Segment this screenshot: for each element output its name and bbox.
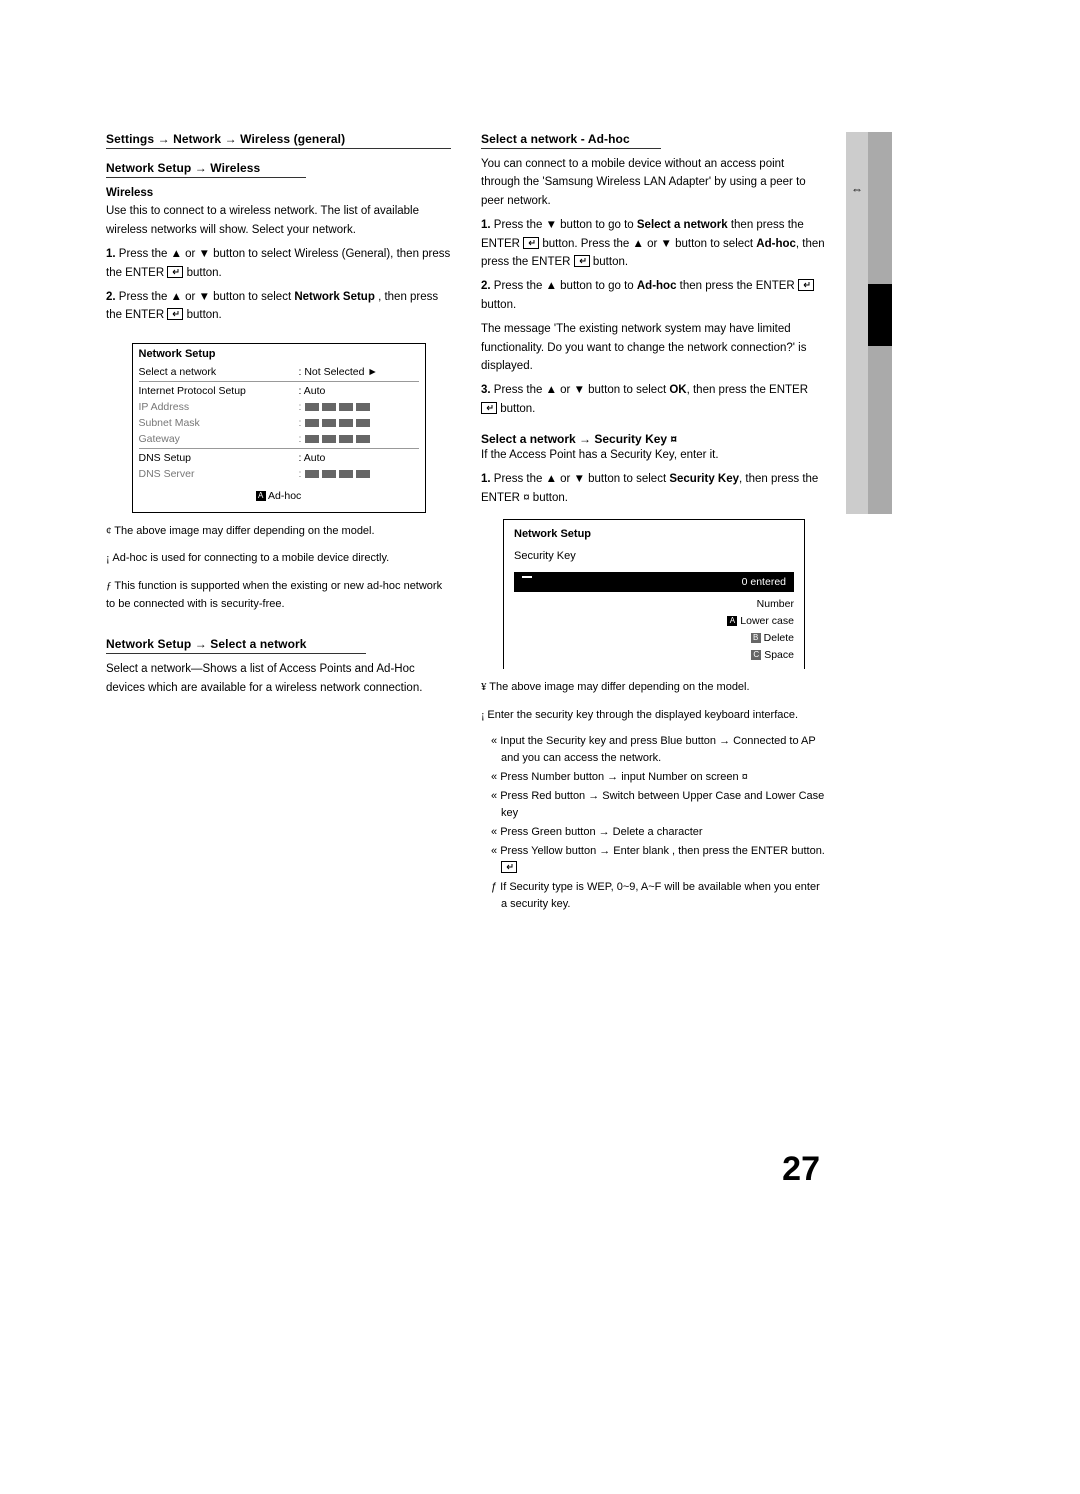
- boxes-icon: [305, 435, 370, 443]
- color-b-icon: B: [751, 633, 761, 643]
- boxes-icon: [305, 403, 370, 411]
- boxes-icon: [305, 470, 370, 478]
- bullet-4: « Press Green button → Delete a characte…: [501, 824, 826, 841]
- enter-icon: [523, 237, 539, 249]
- sidebar: ⇔: [846, 132, 892, 514]
- bullet-6: ƒ If Security type is WEP, 0~9, A~F will…: [501, 879, 826, 913]
- note-security-free: ƒ This function is supported when the ex…: [106, 578, 451, 613]
- adhoc-step-2: 2. Press the ▲ button to go to Ad-hoc th…: [481, 277, 826, 314]
- note-model-differ-2-text: The above image may differ depending on …: [489, 681, 749, 693]
- fig-sep: [139, 448, 419, 449]
- secfig-entered: 0 entered: [742, 576, 786, 588]
- fig-v-dns: : Auto: [299, 452, 419, 464]
- security-bullets: « Input the Security key and press Blue …: [481, 733, 826, 913]
- heading-adhoc: Select a network - Ad-hoc: [481, 132, 661, 149]
- content: Settings → Network → Wireless (general) …: [106, 130, 826, 929]
- step-2-head: Press the ▲ or ▼ button to select: [119, 291, 295, 303]
- fig-k-subnet: Subnet Mask: [139, 417, 299, 429]
- adhoc-intro: You can connect to a mobile device witho…: [481, 155, 826, 210]
- color-a-icon: A: [727, 616, 737, 626]
- fig-k-gateway: Gateway: [139, 433, 299, 445]
- step-2: 2. Press the ▲ or ▼ button to select Net…: [106, 288, 451, 325]
- enter-icon: [574, 255, 590, 267]
- note-model-differ-text: The above image may differ depending on …: [114, 525, 374, 537]
- secfig-input: 0 entered: [514, 572, 794, 592]
- fig-sep: [139, 381, 419, 382]
- enter-icon: [167, 266, 183, 278]
- select-network-intro: Select a network—Shows a list of Access …: [106, 660, 451, 697]
- wireless-intro: Use this to connect to a wireless networ…: [106, 202, 451, 239]
- fig-k-dns: DNS Setup: [139, 452, 299, 464]
- page-number: 27: [782, 1150, 820, 1189]
- figure-footer-text: Ad-hoc: [266, 490, 302, 502]
- hint-space: Space: [764, 649, 794, 661]
- secfig-hints: Number A Lower case B Delete C Space: [504, 592, 804, 669]
- secfig-title: Network Setup: [504, 520, 804, 546]
- bullet-2: « Press Number button → input Number on …: [501, 769, 826, 786]
- right-column: Select a network - Ad-hoc You can connec…: [481, 130, 826, 929]
- note-symbol: ƒ: [106, 580, 112, 592]
- color-a-icon: A: [256, 491, 266, 501]
- step-2-end: button.: [187, 309, 222, 321]
- enter-icon: [481, 402, 497, 414]
- fig-k-select: Select a network: [139, 366, 299, 378]
- adhoc-message: The message 'The existing network system…: [481, 320, 826, 375]
- fig-v-ip: :: [299, 401, 419, 413]
- heading-security-key-text: Select a network → Security Key: [481, 432, 667, 446]
- note-adhoc-text: Ad-hoc is used for connecting to a mobil…: [112, 552, 389, 564]
- boxes-icon: [305, 419, 370, 427]
- network-icon: ⇔: [851, 182, 863, 196]
- bullet-5: « Press Yellow button → Enter blank , th…: [501, 843, 826, 877]
- heading-security-key: Select a network → Security Key ¤: [481, 432, 826, 446]
- bullet-1: « Input the Security key and press Blue …: [501, 733, 826, 767]
- fig-v-gateway: :: [299, 433, 419, 445]
- hint-number: Number: [757, 598, 794, 610]
- fig-v-select: : Not Selected ►: [299, 366, 419, 378]
- note-adhoc: ¡ Ad-hoc is used for connecting to a mob…: [106, 550, 451, 568]
- step-1: 1. Press the ▲ or ▼ button to select Wir…: [106, 245, 451, 282]
- fig-v-dns-server: :: [299, 468, 419, 480]
- secfig-inner: Security Key: [514, 550, 794, 562]
- enter-icon: [501, 861, 517, 873]
- adhoc-step-3: 3. Press the ▲ or ▼ button to select OK,…: [481, 381, 826, 418]
- hint-delete: Delete: [764, 632, 794, 644]
- fig-k-ip-setup: Internet Protocol Setup: [139, 385, 299, 397]
- color-c-icon: C: [751, 650, 761, 660]
- search-icon: ¤: [742, 771, 748, 783]
- fig-k-dns-server: DNS Server: [139, 468, 299, 480]
- fig-k-ip: IP Address: [139, 401, 299, 413]
- step-1-text: Press the ▲ or ▼ button to select Wirele…: [106, 248, 450, 278]
- cursor-icon: [522, 576, 532, 578]
- step-2-mid: Network Setup: [294, 291, 375, 303]
- enter-icon: [798, 279, 814, 291]
- step-1-tail: button.: [187, 267, 222, 279]
- search-icon: ¤: [523, 492, 529, 504]
- wireless-label: Wireless: [106, 187, 153, 199]
- page: ⇔ Settings → Network → Wireless (general…: [0, 0, 1080, 1494]
- figure-network-setup: Network Setup Select a network: Not Sele…: [132, 343, 426, 513]
- hint-lowercase: Lower case: [740, 615, 794, 627]
- figure-footer: A Ad-hoc: [139, 490, 419, 502]
- bullet-3: « Press Red button → Switch between Uppe…: [501, 788, 826, 822]
- fig-v-ip-setup: : Auto: [299, 385, 419, 397]
- sidebar-current-section: [868, 284, 892, 346]
- note-keyboard: ¡ Enter the security key through the dis…: [481, 707, 826, 725]
- enter-icon: [167, 308, 183, 320]
- security-key-intro: If the Access Point has a Security Key, …: [481, 446, 826, 464]
- note-keyboard-text: Enter the security key through the displ…: [487, 709, 798, 721]
- fig-v-subnet: :: [299, 417, 419, 429]
- note-model-differ-2: ¥ The above image may differ depending o…: [481, 679, 826, 697]
- note-model-differ: ¢ The above image may differ depending o…: [106, 523, 451, 541]
- label-wireless: Wireless: [106, 184, 451, 202]
- security-step-1: 1. Press the ▲ or ▼ button to select Sec…: [481, 470, 826, 507]
- heading-wireless-general: Settings → Network → Wireless (general): [106, 132, 451, 149]
- figure-title: Network Setup: [139, 348, 419, 360]
- left-column: Settings → Network → Wireless (general) …: [106, 130, 451, 697]
- heading-network-setup-wireless: Network Setup → Wireless: [106, 161, 306, 178]
- figure-security-key: Network Setup Security Key 0 entered Num…: [503, 519, 805, 669]
- search-icon: ¤: [670, 432, 677, 446]
- note-security-free-text: This function is supported when the exis…: [106, 580, 442, 610]
- heading-select-network: Network Setup → Select a network: [106, 637, 366, 654]
- adhoc-step-1: 1. Press the ▼ button to go to Select a …: [481, 216, 826, 271]
